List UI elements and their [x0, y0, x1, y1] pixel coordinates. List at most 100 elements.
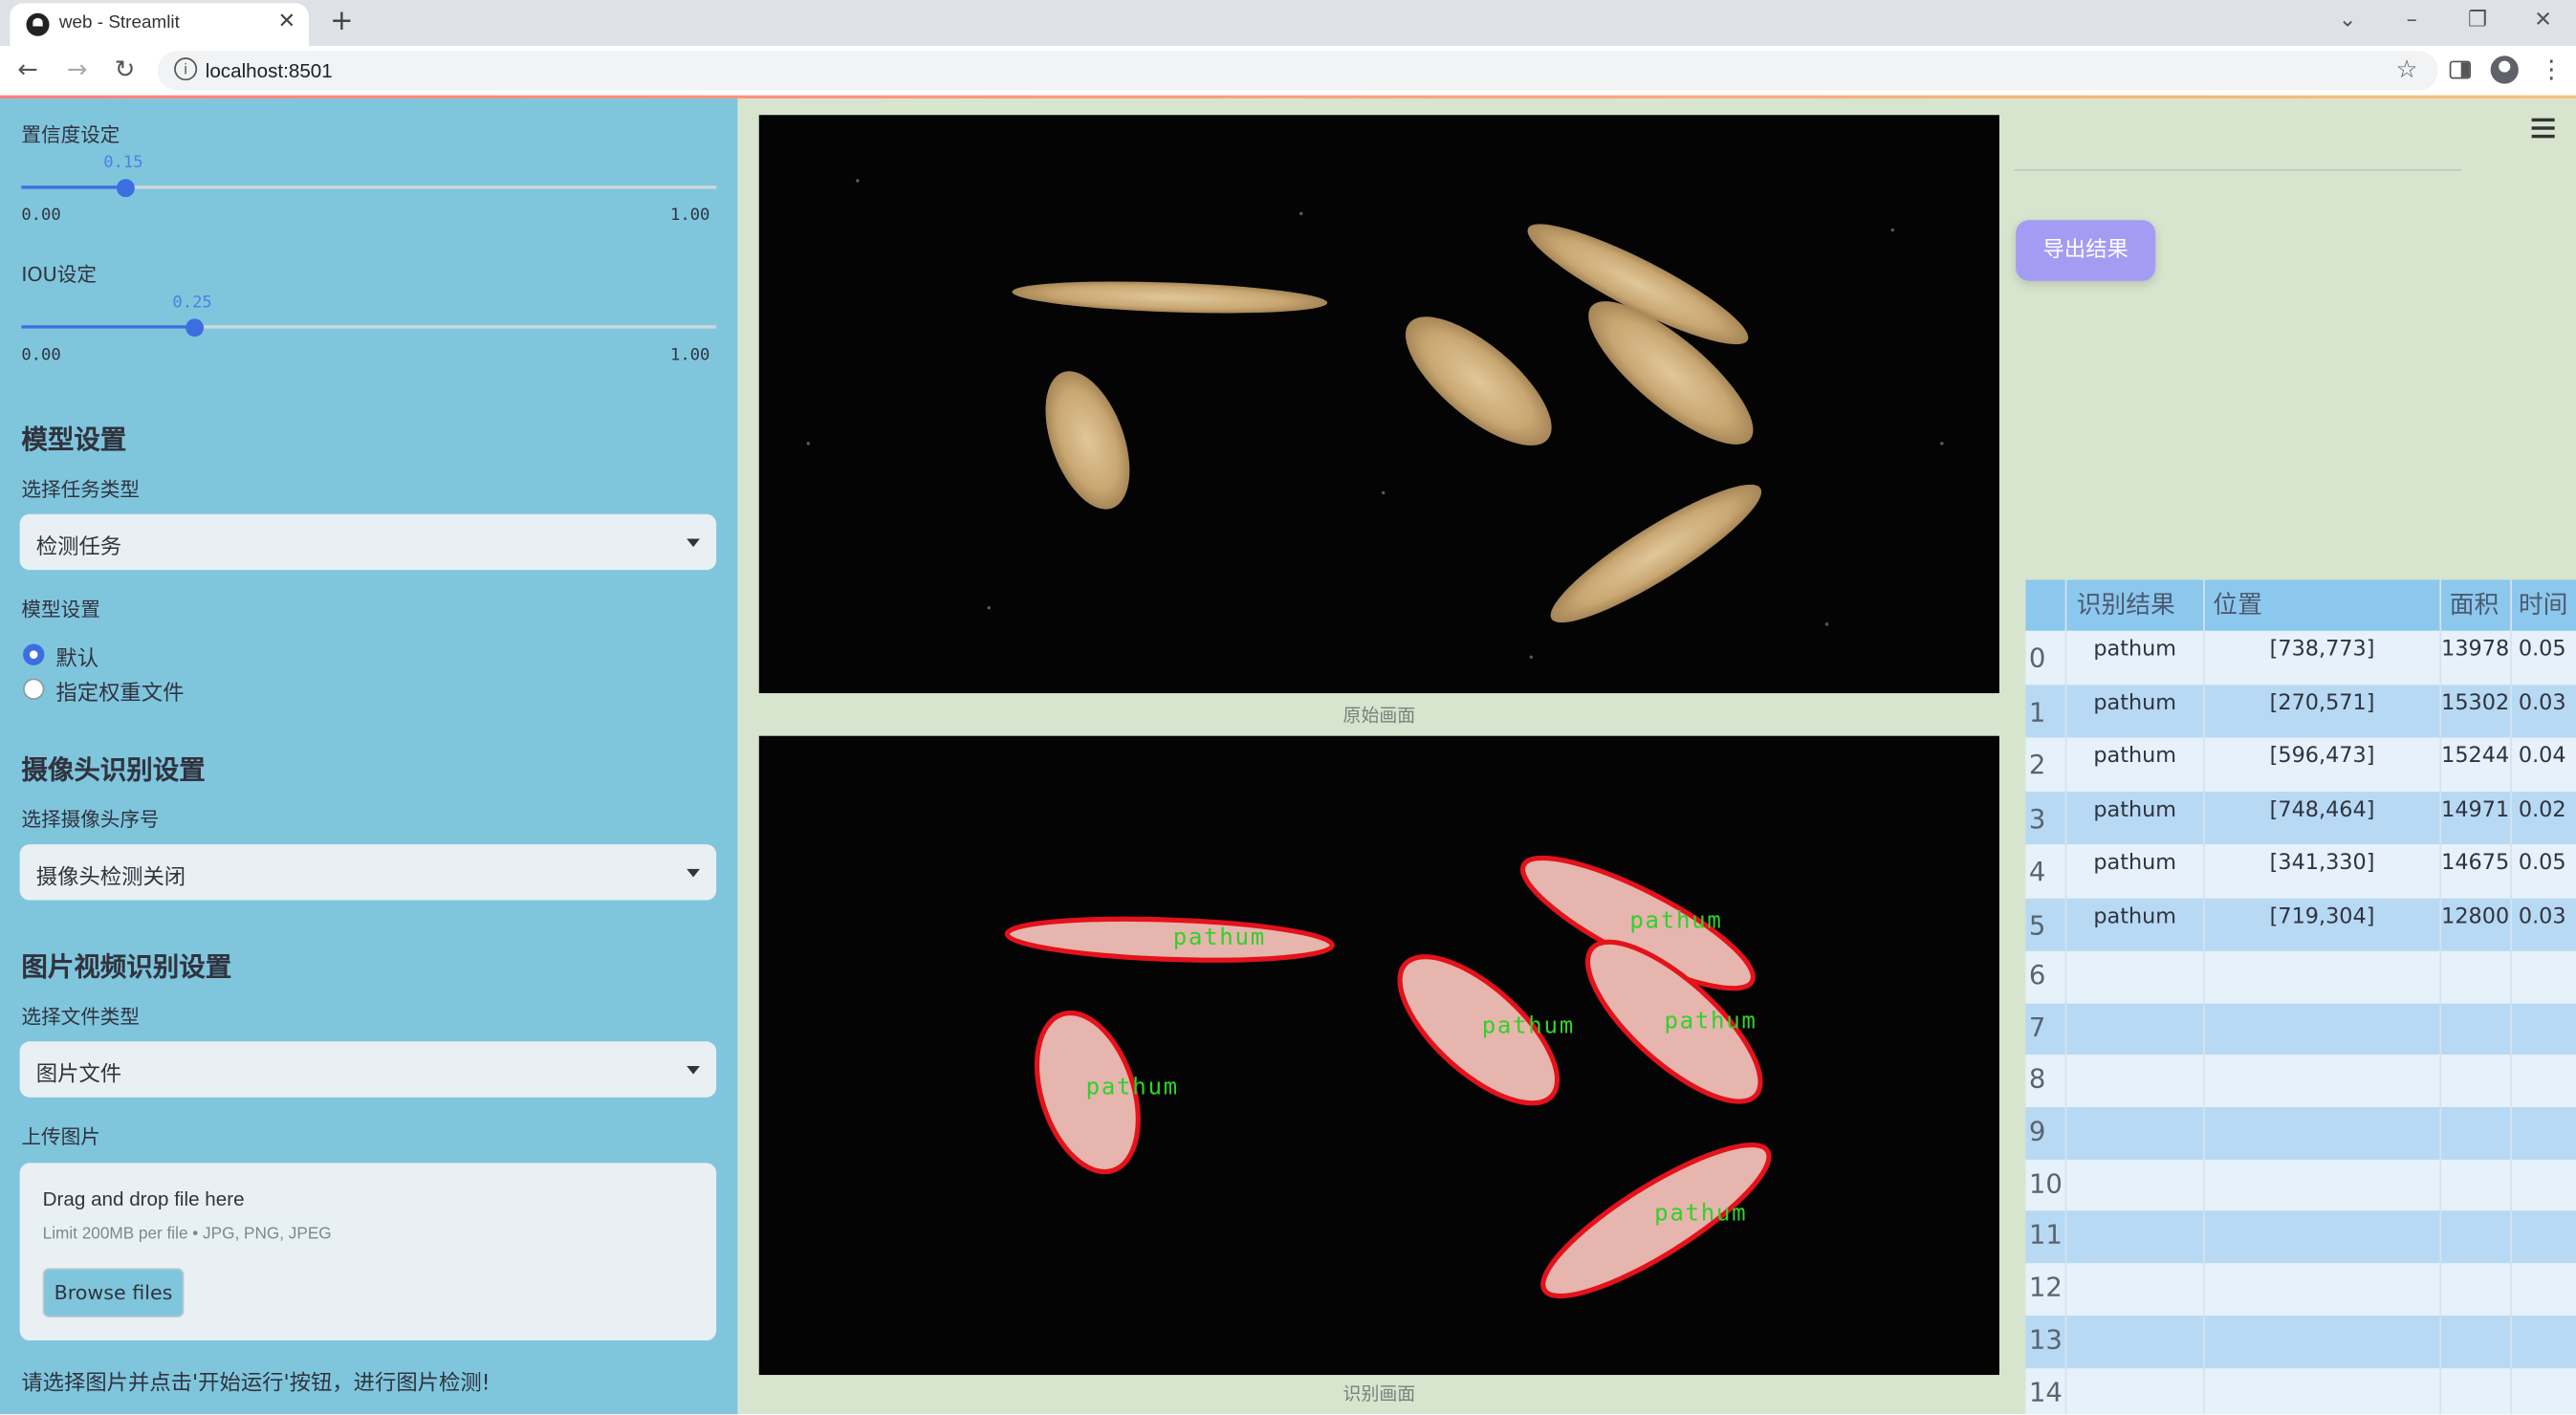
detection-label: pathum	[1654, 1200, 1747, 1227]
file-dropzone[interactable]: Drag and drop file here Limit 200MB per …	[19, 1163, 717, 1340]
camera-index-select[interactable]: 摄像头检测关闭	[19, 844, 717, 901]
empty-cell	[2064, 1263, 2203, 1316]
cell-position: [748,464]	[2202, 791, 2439, 845]
cell-index: 2	[2028, 749, 2046, 781]
table-row[interactable]: 0 pathum [738,773] 13978 0.05	[2025, 630, 2576, 685]
reload-icon[interactable]: ↻	[110, 54, 140, 84]
back-arrow-icon[interactable]: ←	[13, 54, 43, 84]
cell-index: 12	[2028, 1272, 2063, 1303]
confidence-max: 1.00	[669, 207, 710, 226]
profile-avatar-icon[interactable]	[2490, 55, 2519, 84]
new-tab-icon[interactable]: +	[329, 5, 355, 37]
empty-cell	[2510, 1003, 2576, 1056]
empty-cell	[2439, 1055, 2510, 1108]
result-caption: 识别画面	[1343, 1382, 1416, 1404]
detection-label: pathum	[1173, 924, 1266, 950]
restore-icon[interactable]: ❐	[2461, 9, 2494, 33]
detection-result-photo: pathum pathum pathum pathum pathum pathu…	[1004, 855, 1772, 1299]
tab-search-chevron-icon[interactable]: ⌄	[2331, 9, 2364, 33]
chevron-down-icon	[687, 1066, 700, 1075]
empty-cell	[2064, 1107, 2203, 1160]
task-type-value: 检测任务	[35, 535, 122, 560]
empty-cell	[2510, 1159, 2576, 1211]
table-row[interactable]: 4 pathum [341,330] 14675 0.05	[2025, 844, 2576, 898]
browser-tab-strip: web - Streamlit ✕ + ⌄ – ❐ ✕	[0, 0, 2576, 47]
chevron-down-icon	[687, 538, 700, 548]
cell-time: 0.03	[2510, 684, 2576, 738]
confidence-slider-fill	[21, 185, 126, 189]
export-results-button[interactable]: 导出结果	[2016, 220, 2156, 281]
file-type-label: 选择文件类型	[21, 1005, 141, 1029]
empty-cell	[2510, 1315, 2576, 1368]
confidence-slider[interactable]	[21, 178, 717, 197]
table-row[interactable]: 10	[2025, 1159, 2576, 1211]
address-toolbar: ← → ↻ i localhost:8501 ☆ ⋮	[0, 46, 2576, 96]
side-panel-icon[interactable]	[2449, 60, 2472, 79]
cell-time: 0.05	[2510, 630, 2576, 685]
detection-label: pathum	[1664, 1008, 1757, 1034]
browse-files-button[interactable]: Browse files	[42, 1268, 185, 1317]
header-time[interactable]: 时间	[2510, 579, 2576, 631]
results-table[interactable]: 识别结果 位置 面积 时间 0 pathum [738,773] 13978 0.05 1…	[2025, 579, 2576, 1415]
cell-position: [596,473]	[2202, 737, 2439, 792]
table-row[interactable]: 2 pathum [596,473] 15244 0.04	[2025, 737, 2576, 792]
task-type-select[interactable]: 检测任务	[19, 513, 717, 571]
cell-result: pathum	[2064, 791, 2203, 845]
empty-cell	[2439, 1315, 2510, 1368]
browser-tab[interactable]: web - Streamlit ✕	[10, 3, 310, 47]
table-row[interactable]: 3 pathum [748,464] 14971 0.02	[2025, 791, 2576, 845]
hamburger-menu-icon[interactable]	[2531, 118, 2555, 139]
site-info-icon[interactable]: i	[174, 57, 198, 81]
original-caption: 原始画面	[1343, 705, 1416, 727]
header-position[interactable]: 位置	[2202, 579, 2439, 631]
table-row[interactable]: 12	[2025, 1263, 2576, 1316]
window-close-icon[interactable]: ✕	[2526, 9, 2559, 33]
empty-cell	[2064, 1315, 2203, 1368]
minimize-icon[interactable]: –	[2395, 9, 2428, 33]
browser-menu-icon[interactable]: ⋮	[2537, 54, 2566, 84]
cell-position: [738,773]	[2202, 630, 2439, 685]
table-row[interactable]: 9	[2025, 1107, 2576, 1160]
header-result[interactable]: 识别结果	[2064, 579, 2203, 631]
url-bar[interactable]: i localhost:8501	[157, 51, 2438, 91]
forward-arrow-icon[interactable]: →	[62, 54, 92, 84]
radio-weight-file-circle[interactable]	[23, 678, 45, 700]
confidence-slider-thumb[interactable]	[116, 178, 135, 197]
table-row[interactable]: 6	[2025, 950, 2576, 1004]
cell-result: pathum	[2064, 737, 2203, 792]
table-row[interactable]: 13	[2025, 1315, 2576, 1368]
cell-index: 7	[2028, 1011, 2046, 1043]
table-row[interactable]: 5 pathum [719,304] 12800 0.03	[2025, 897, 2576, 951]
bookmark-star-icon[interactable]: ☆	[2392, 54, 2422, 84]
cell-time: 0.02	[2510, 791, 2576, 845]
iou-slider[interactable]	[21, 317, 717, 337]
table-row[interactable]: 7	[2025, 1003, 2576, 1056]
cell-result: pathum	[2064, 684, 2203, 738]
confidence-label: 置信度设定	[21, 122, 120, 146]
iou-label: IOU设定	[21, 262, 97, 286]
iou-value: 0.25	[172, 294, 212, 313]
chevron-down-icon	[687, 868, 700, 878]
cell-area: 15302	[2439, 684, 2510, 738]
dropzone-limit: Limit 200MB per file • JPG, PNG, JPEG	[42, 1225, 332, 1244]
cell-index: 13	[2028, 1323, 2063, 1356]
empty-cell	[2510, 950, 2576, 1004]
empty-cell	[2202, 1003, 2439, 1056]
table-row[interactable]: 8	[2025, 1055, 2576, 1108]
camera-index-label: 选择摄像头序号	[21, 808, 160, 832]
iou-slider-fill	[21, 325, 196, 329]
empty-cell	[2064, 950, 2203, 1004]
header-area[interactable]: 面积	[2439, 579, 2510, 631]
cell-area: 15244	[2439, 737, 2510, 792]
table-row[interactable]: 11	[2025, 1210, 2576, 1264]
table-row[interactable]: 1 pathum [270,571] 15302 0.03	[2025, 684, 2576, 738]
url-text: localhost:8501	[205, 58, 333, 82]
empty-cell	[2202, 1159, 2439, 1211]
tab-close-icon[interactable]: ✕	[278, 10, 296, 34]
table-row[interactable]: 14	[2025, 1367, 2576, 1415]
file-type-select[interactable]: 图片文件	[19, 1041, 717, 1098]
iou-slider-thumb[interactable]	[186, 317, 205, 337]
streamlit-app: 置信度设定 0.15 0.00 1.00 IOU设定 0.25 0.00 1.0…	[0, 98, 2576, 1415]
tab-title: web - Streamlit	[58, 12, 180, 33]
radio-default-circle[interactable]	[23, 643, 45, 665]
